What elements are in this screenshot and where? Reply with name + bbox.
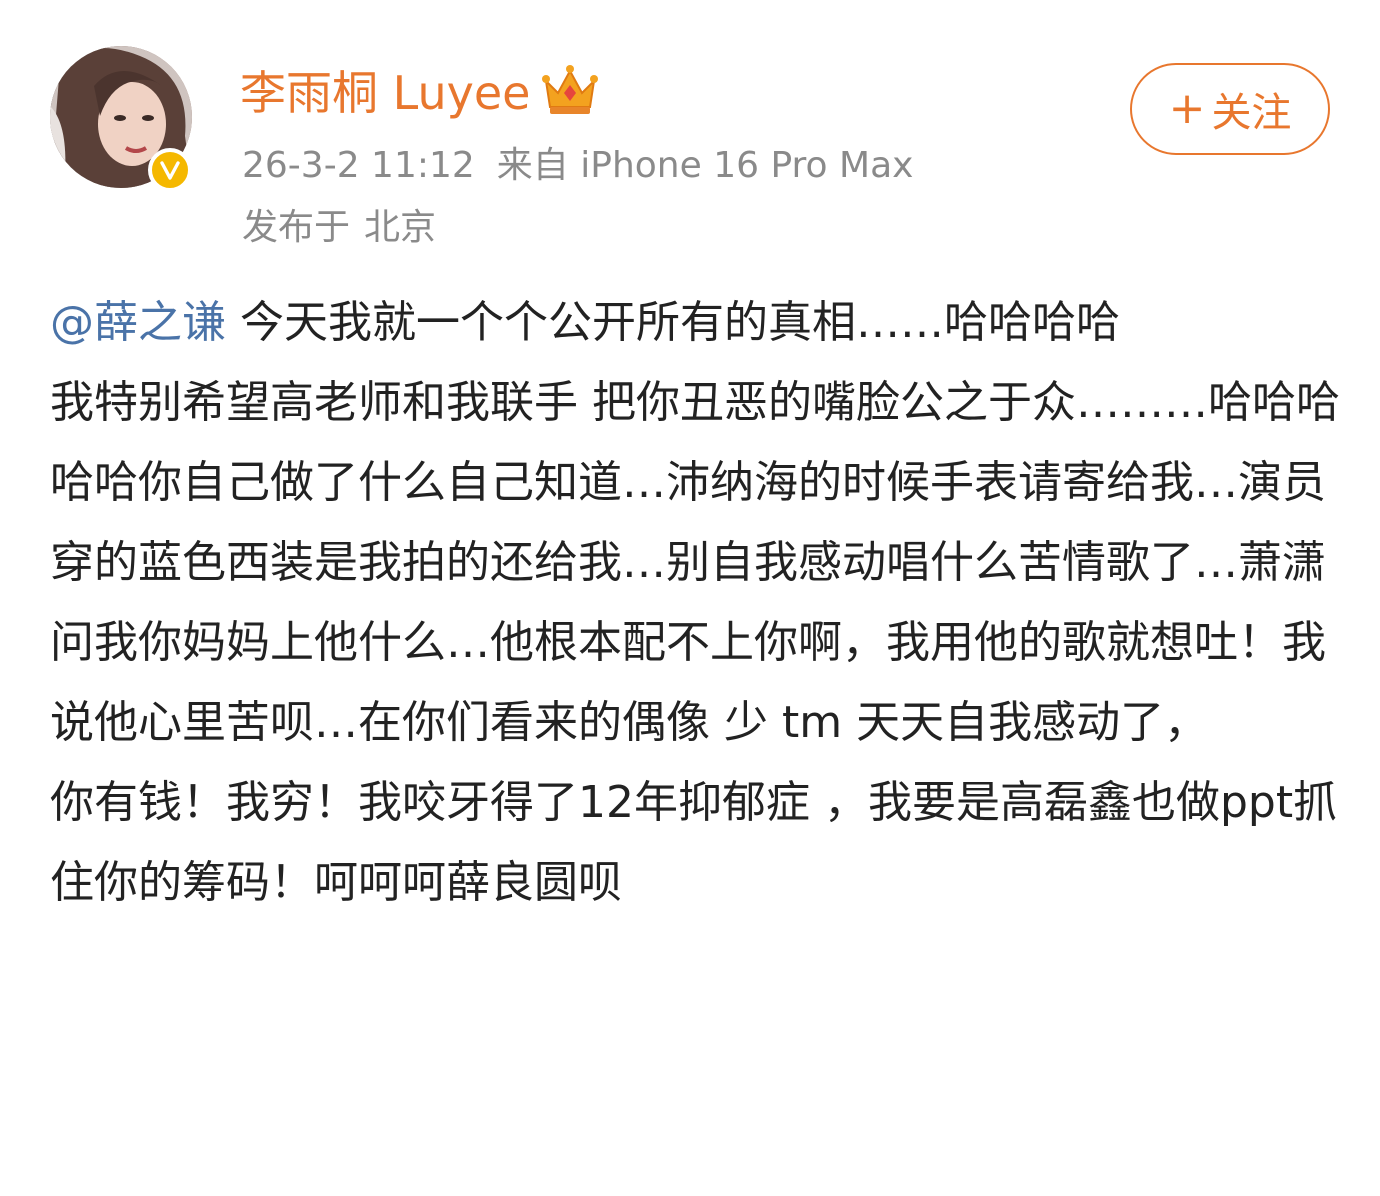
post-location: 发布于 北京 <box>242 198 436 250</box>
post-paragraph: 我特别希望高老师和我联手 把你丑恶的嘴脸公之于众………哈哈哈哈哈你自己做了什么自… <box>50 377 1340 748</box>
author-name[interactable]: 李雨桐 Luyee <box>240 57 530 123</box>
post-meta: 26-3-2 11:12 来自 iPhone 16 Pro Max <box>242 136 913 188</box>
location-name: 北京 <box>364 207 437 248</box>
follow-button[interactable]: + 关注 <box>1130 63 1330 155</box>
post-text: @薛之谦 今天我就一个个公开所有的真相……哈哈哈哈 我特别希望高老师和我联手 把… <box>50 283 1340 923</box>
post-timestamp: 26-3-2 11:12 <box>242 145 475 186</box>
crown-icon <box>540 63 600 117</box>
post-paragraph: 你有钱！我穷！我咬牙得了12年抑郁症 ，我要是高磊鑫也做ppt抓住你的筹码！呵呵… <box>50 777 1338 908</box>
paragraph-text: 今天我就一个个公开所有的真相……哈哈哈哈 <box>226 297 1120 348</box>
follow-label: 关注 <box>1211 90 1292 136</box>
verified-icon <box>148 148 192 192</box>
author-name-row[interactable]: 李雨桐 Luyee <box>240 60 600 120</box>
mention-link[interactable]: @薛之谦 <box>50 297 226 348</box>
post-source: 来自 iPhone 16 Pro Max <box>496 145 914 186</box>
location-prefix: 发布于 <box>242 207 351 248</box>
weibo-post: 李雨桐 Luyee 26-3-2 11:12 来自 iPhone 16 Pro M… <box>0 0 1380 1196</box>
plus-icon: + <box>1168 83 1206 134</box>
post-paragraph: @薛之谦 今天我就一个个公开所有的真相……哈哈哈哈 <box>50 283 1340 363</box>
